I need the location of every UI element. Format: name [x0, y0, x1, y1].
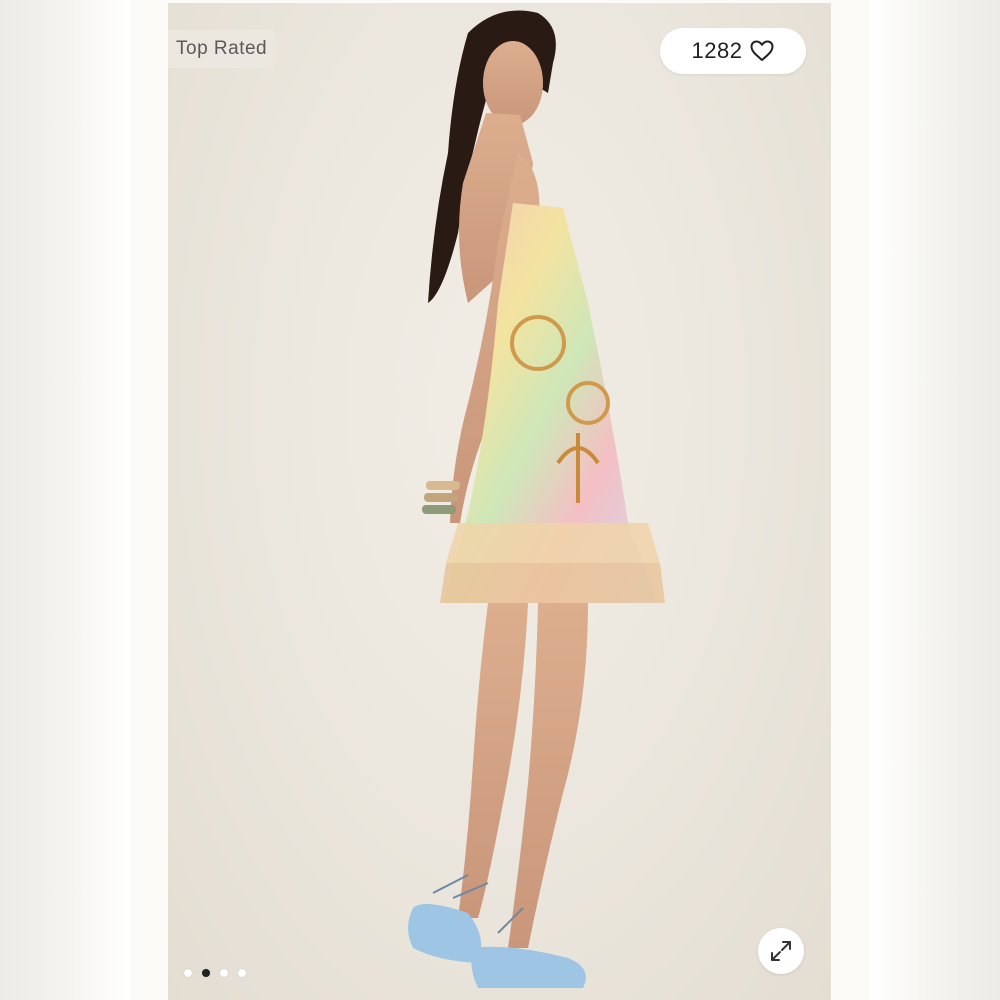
- carousel-dot[interactable]: [184, 969, 192, 977]
- heart-outline-icon: [750, 40, 774, 61]
- model-illustration: [408, 10, 665, 988]
- like-button[interactable]: 1282: [660, 28, 806, 74]
- carousel-dot[interactable]: [238, 969, 246, 977]
- badge-label: Top Rated: [176, 38, 268, 59]
- product-image-viewer: Top Rated 1282: [0, 0, 1000, 1000]
- carousel-dot[interactable]: [202, 969, 210, 977]
- expand-diagonal-icon: [771, 941, 791, 961]
- carousel-pagination: [184, 969, 246, 977]
- product-photo[interactable]: [168, 3, 831, 1000]
- expand-button[interactable]: [758, 928, 804, 974]
- image-card: [131, 0, 869, 1000]
- like-count: 1282: [691, 38, 743, 63]
- carousel-dot[interactable]: [220, 969, 228, 977]
- top-rated-badge: Top Rated: [168, 30, 276, 68]
